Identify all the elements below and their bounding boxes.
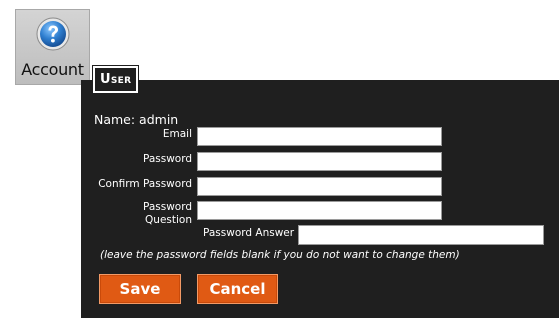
- account-page: Account User Name: admin Email Password …: [0, 0, 559, 318]
- confirm-password-field[interactable]: [197, 177, 442, 196]
- username-display: Name: admin: [94, 112, 179, 127]
- password-hint-note: (leave the password fields blank if you …: [100, 249, 460, 261]
- password-question-label: Password Question: [143, 201, 192, 227]
- email-label: Email: [162, 128, 192, 140]
- password-field[interactable]: [197, 152, 442, 171]
- user-section-tab: User: [91, 65, 140, 94]
- password-label: Password: [142, 153, 192, 165]
- password-answer-label: Password Answer: [203, 227, 295, 239]
- password-question-label-line1: Password: [142, 201, 192, 213]
- email-field[interactable]: [197, 127, 442, 146]
- confirm-password-label: Confirm Password: [98, 178, 192, 190]
- question-mark-help-icon: [36, 17, 70, 51]
- cancel-button[interactable]: Cancel: [197, 274, 278, 304]
- password-question-field[interactable]: [197, 201, 442, 220]
- account-label: Account: [21, 60, 84, 79]
- save-button[interactable]: Save: [99, 274, 181, 304]
- password-question-label-line2: Question: [145, 214, 192, 226]
- account-tile[interactable]: Account: [15, 9, 90, 85]
- password-answer-field[interactable]: [298, 225, 544, 245]
